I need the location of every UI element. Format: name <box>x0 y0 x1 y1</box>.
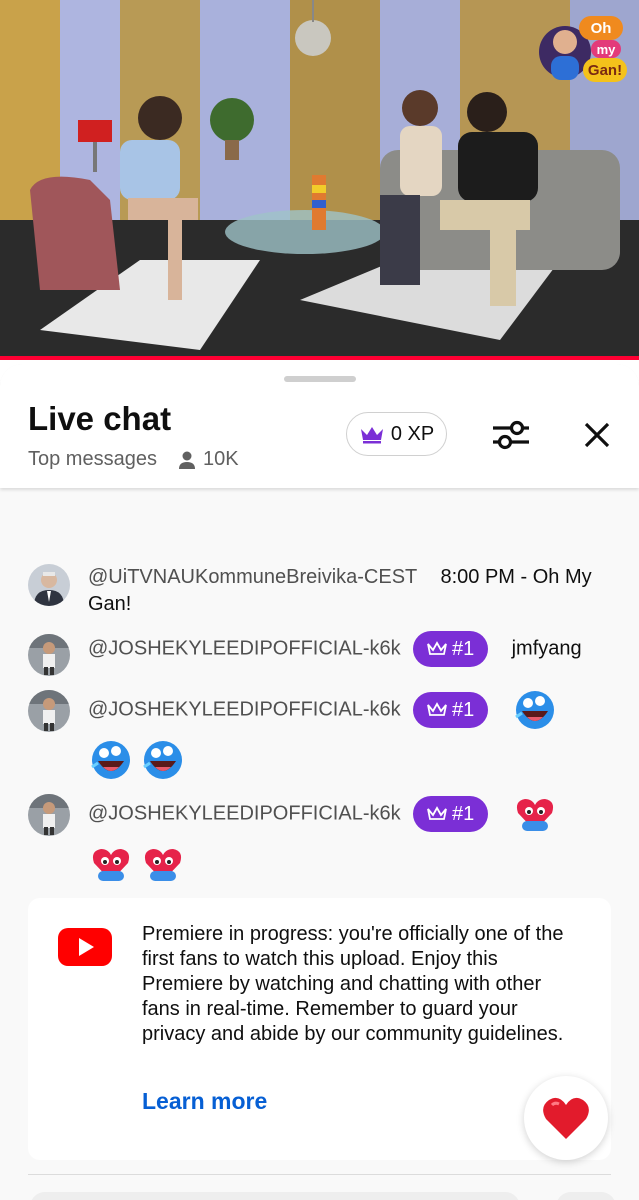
drag-handle[interactable] <box>284 376 356 382</box>
sliders-icon <box>493 420 529 450</box>
message-content: @JOSHEKYLEEDIPOFFICIAL-k6k #1 <box>88 791 618 887</box>
avatar[interactable] <box>28 634 70 676</box>
xp-chip[interactable]: 0 XP <box>346 412 447 456</box>
chat-subheader: Top messages 10K <box>28 448 239 471</box>
message-author[interactable]: @JOSHEKYLEEDIPOFFICIAL-k6k <box>88 637 401 659</box>
heart-icon <box>543 1097 589 1139</box>
avatar-child <box>28 690 70 732</box>
emoji-picker-button[interactable] <box>556 1192 616 1200</box>
rank-badge-label: #1 <box>451 698 475 721</box>
close-button[interactable] <box>574 412 620 458</box>
youtube-logo-icon <box>58 928 112 971</box>
avatar[interactable] <box>28 794 70 836</box>
premiere-notice-text: Premiere in progress: you're officially … <box>142 923 564 1045</box>
rank-badge-label: #1 <box>451 637 475 660</box>
logo-word-my: my <box>597 42 617 57</box>
chat-input[interactable] <box>30 1192 520 1200</box>
viewer-count-value: 10K <box>202 448 239 470</box>
hugging-heart-emoji <box>144 849 182 881</box>
rank-badge: #1 <box>412 692 488 728</box>
oh-my-gan-logo: Oh my Gan! <box>539 12 631 88</box>
laughing-blue-emoji <box>91 741 130 779</box>
rank-badge-label: #1 <box>451 802 475 825</box>
logo-word-oh: Oh <box>591 20 612 37</box>
message-content: @JOSHEKYLEEDIPOFFICIAL-k6k #1 <box>88 687 618 783</box>
chat-mode-selector[interactable]: Top messages <box>28 448 157 471</box>
divider <box>28 1174 611 1175</box>
avatar-child <box>28 794 70 836</box>
hugging-heart-emoji <box>516 799 553 831</box>
emoji-row <box>88 841 618 887</box>
filter-button[interactable] <box>488 412 534 458</box>
crown-icon <box>427 702 447 716</box>
video-progress-bar[interactable] <box>0 356 639 360</box>
reaction-button[interactable] <box>524 1076 608 1160</box>
logo-word-gan: Gan! <box>588 62 622 79</box>
message-text: jmfyang <box>511 637 582 660</box>
message-content: @JOSHEKYLEEDIPOFFICIAL-k6k #1 jmfyang <box>88 631 618 667</box>
message-author[interactable]: @JOSHEKYLEEDIPOFFICIAL-k6k <box>88 698 401 720</box>
chat-title: Live chat <box>28 400 172 437</box>
message-author[interactable]: @JOSHEKYLEEDIPOFFICIAL-k6k <box>88 802 401 824</box>
chat-header: Live chat Top messages 10K 0 XP <box>0 364 639 488</box>
crown-icon <box>360 427 383 444</box>
laughing-blue-emoji <box>143 741 182 779</box>
crown-icon <box>427 641 447 655</box>
message-content: @UiTVNAUKommuneBreivika-CEST 8:00 PM - O… <box>88 564 618 618</box>
viewer-count: 10K <box>177 448 239 471</box>
close-icon <box>584 422 610 448</box>
hugging-heart-emoji <box>92 849 130 881</box>
learn-more-link[interactable]: Learn more <box>142 1088 267 1115</box>
live-chat-panel: Live chat Top messages 10K 0 XP @UiTVNAU… <box>0 364 639 1200</box>
rank-badge: #1 <box>412 796 488 832</box>
person-icon <box>178 451 195 469</box>
avatar[interactable] <box>28 690 70 732</box>
avatar-man-suit <box>28 564 70 606</box>
message-author[interactable]: @UiTVNAUKommuneBreivika-CEST <box>88 566 417 588</box>
avatar[interactable] <box>28 564 70 606</box>
laughing-blue-emoji <box>514 691 554 729</box>
rank-badge: #1 <box>412 631 488 667</box>
crown-icon <box>427 806 447 820</box>
emoji-row <box>88 737 618 783</box>
video-player[interactable]: Oh my Gan! <box>0 0 639 360</box>
xp-label: 0 XP <box>390 422 435 445</box>
avatar-child <box>28 634 70 676</box>
